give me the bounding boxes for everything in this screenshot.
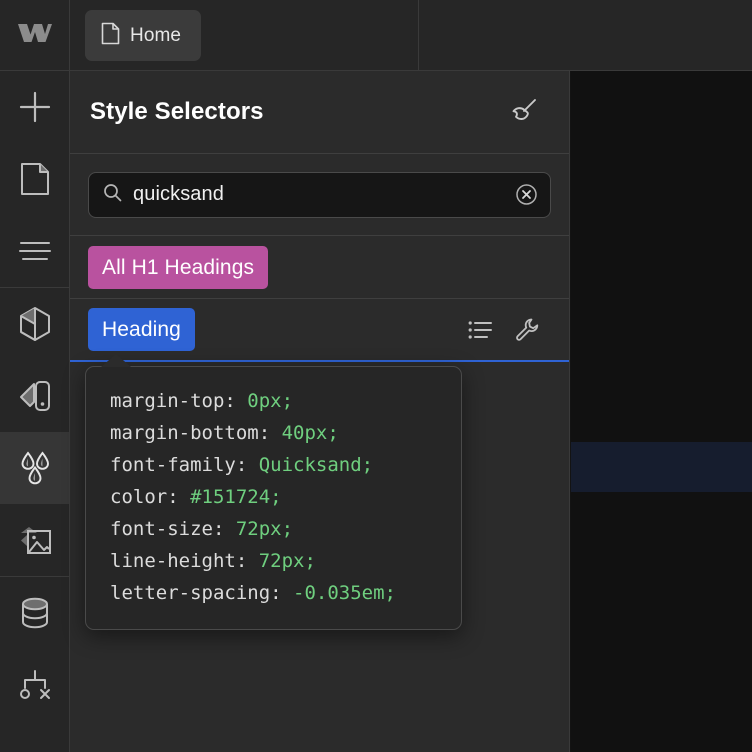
css-value: 0px; <box>247 390 294 412</box>
search-row <box>70 154 569 236</box>
css-declaration: color: #151724; <box>110 481 439 513</box>
selector-row-actions <box>467 317 551 343</box>
search-input[interactable] <box>133 183 503 206</box>
sidebar-item-add-elements[interactable] <box>0 71 69 143</box>
sidebar-item-cms[interactable] <box>0 577 69 649</box>
plus-icon <box>18 90 52 124</box>
css-declaration: letter-spacing: -0.035em; <box>110 577 439 609</box>
sidebar-item-assets[interactable] <box>0 504 69 576</box>
sidebar-item-variables[interactable] <box>0 360 69 432</box>
list-lines-icon <box>18 240 52 262</box>
css-declarations-popup: margin-top: 0px; margin-bottom: 40px; fo… <box>85 366 462 630</box>
css-property: line-height: <box>110 550 248 572</box>
clear-circle-icon[interactable] <box>514 183 538 207</box>
wrench-icon[interactable] <box>515 317 541 343</box>
css-declaration: margin-top: 0px; <box>110 385 439 417</box>
css-property: font-family: <box>110 454 248 476</box>
css-property: letter-spacing: <box>110 582 282 604</box>
css-popup-caret <box>101 354 131 367</box>
css-declaration: font-size: 72px; <box>110 513 439 545</box>
sidebar-item-components[interactable] <box>0 288 69 360</box>
bulleted-list-icon[interactable] <box>467 317 493 343</box>
swatches-icon <box>18 379 52 413</box>
css-value: 72px; <box>258 550 316 572</box>
page-icon <box>101 22 120 49</box>
database-icon <box>18 596 52 630</box>
css-property: font-size: <box>110 518 225 540</box>
search-box[interactable] <box>88 171 551 218</box>
flow-x-icon <box>18 668 52 702</box>
css-declaration: margin-bottom: 40px; <box>110 417 439 449</box>
tab-home[interactable]: Home <box>85 9 202 61</box>
search-icon <box>103 183 122 207</box>
css-value: #151724; <box>190 486 282 508</box>
canvas-selection-band[interactable] <box>571 442 752 492</box>
css-property: margin-top: <box>110 390 236 412</box>
left-rail <box>0 71 70 752</box>
rail-group-2 <box>0 288 69 576</box>
rail-group-3 <box>0 577 69 721</box>
cube-icon <box>18 306 52 342</box>
selector-row-heading[interactable]: Heading <box>70 299 569 362</box>
css-property: margin-bottom: <box>110 422 271 444</box>
css-declaration: line-height: 72px; <box>110 545 439 577</box>
page-title: Style Selectors <box>90 98 264 125</box>
webflow-logo-cell[interactable] <box>0 0 70 70</box>
broom-icon[interactable] <box>507 96 539 128</box>
image-icon <box>17 523 53 557</box>
css-value: Quicksand; <box>258 454 374 476</box>
design-canvas[interactable] <box>571 71 752 752</box>
css-declaration: font-family: Quicksand; <box>110 449 439 481</box>
sidebar-item-navigator[interactable] <box>0 215 69 287</box>
css-value: -0.035em; <box>293 582 396 604</box>
sidebar-item-style-selectors[interactable] <box>0 432 69 504</box>
sidebar-item-pages[interactable] <box>0 143 69 215</box>
css-value: 72px; <box>235 518 294 540</box>
rail-group-1 <box>0 71 69 287</box>
selector-chip-heading[interactable]: Heading <box>88 308 195 351</box>
tab-home-label: Home <box>130 24 182 46</box>
webflow-designer-window: Home Style Selectors quicksand All H1 He… <box>0 0 752 752</box>
panel-header: Style Selectors <box>70 71 569 154</box>
css-value: 40px; <box>281 422 339 444</box>
css-property: color: <box>110 486 179 508</box>
top-bar: Home <box>0 0 752 71</box>
selector-row-all-h1-headings[interactable]: All H1 Headings <box>70 236 569 299</box>
drops-icon <box>17 450 53 486</box>
selector-chip-all-h1-headings[interactable]: All H1 Headings <box>88 245 269 289</box>
sidebar-item-logic[interactable] <box>0 649 69 721</box>
page-icon <box>20 162 50 196</box>
tab-bar: Home <box>70 0 419 70</box>
webflow-logo-icon <box>17 20 53 51</box>
